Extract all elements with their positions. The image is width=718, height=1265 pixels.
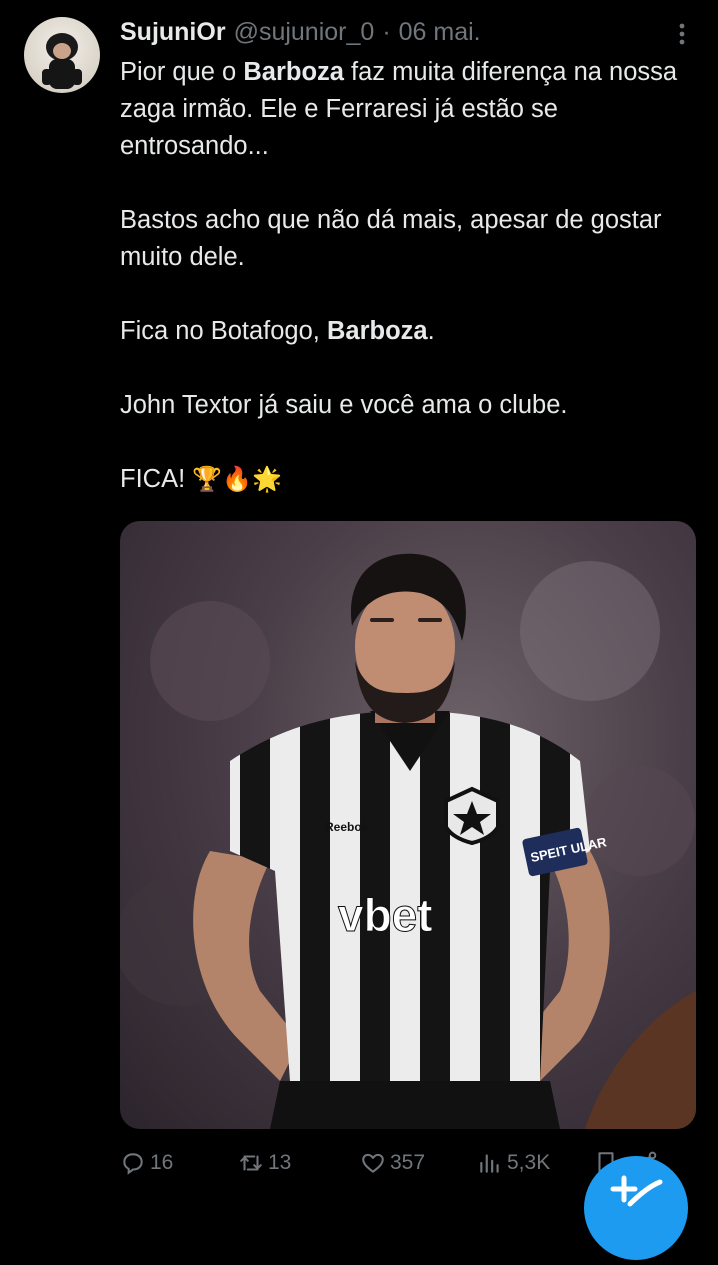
avatar[interactable] <box>24 17 100 93</box>
tweet-date[interactable]: 06 mai. <box>399 18 481 47</box>
reply-count: 16 <box>150 1151 174 1174</box>
tweet-text: Pior que o Barboza faz muita diferença n… <box>120 54 700 498</box>
text-run: Pior que o <box>120 58 244 86</box>
reply-button[interactable]: 16 <box>120 1150 238 1176</box>
compose-icon <box>610 1175 663 1207</box>
reply-icon <box>123 1153 143 1175</box>
tweet-paragraph-3: Fica no Botafogo, Barboza. <box>120 313 700 350</box>
avatar-image <box>42 33 82 89</box>
compose-button[interactable] <box>584 1156 688 1260</box>
views-button[interactable]: 5,3K <box>477 1150 593 1176</box>
emoji-run: 🏆🔥🌟 <box>192 465 282 493</box>
text-run: Fica no Botafogo, <box>120 317 327 345</box>
more-icon[interactable] <box>670 22 694 46</box>
tweet-paragraph-2: Bastos acho que não dá mais, apesar de g… <box>120 206 662 271</box>
text-run: FICA! <box>120 465 193 493</box>
kit-maker: Reebok <box>325 820 369 834</box>
separator-dot: · <box>382 17 391 46</box>
like-count: 357 <box>390 1151 426 1174</box>
like-button[interactable]: 357 <box>360 1150 477 1176</box>
repost-icon <box>240 1155 262 1171</box>
text-run: . <box>427 317 435 345</box>
tweet-header: SujuniOr @sujunior_0 · 06 mai. <box>120 14 481 50</box>
author-handle[interactable]: @sujunior_0 <box>234 18 375 47</box>
kit-brand: vbet <box>338 889 433 941</box>
views-icon <box>480 1154 499 1173</box>
bold-run: Barboza <box>243 58 344 86</box>
author-name[interactable]: SujuniOr <box>120 18 226 47</box>
repost-count: 13 <box>268 1151 292 1174</box>
tweet-image[interactable]: vbet Reebok SPEIT ULAR <box>120 521 696 1129</box>
repost-button[interactable]: 13 <box>238 1150 360 1176</box>
tweet[interactable]: SujuniOr @sujunior_0 · 06 mai. Pior que … <box>0 0 718 1260</box>
like-icon <box>362 1153 384 1173</box>
player-photo: vbet Reebok SPEIT ULAR <box>120 553 696 1129</box>
view-count: 5,3K <box>507 1151 551 1174</box>
bold-run: Barboza <box>326 317 428 345</box>
tweet-paragraph-1: Pior que o Barboza faz muita diferença n… <box>120 54 700 165</box>
tweet-paragraph-4: John Textor já saiu e você ama o clube. <box>120 391 568 419</box>
tweet-paragraph-5: FICA! 🏆🔥🌟 <box>120 461 700 498</box>
